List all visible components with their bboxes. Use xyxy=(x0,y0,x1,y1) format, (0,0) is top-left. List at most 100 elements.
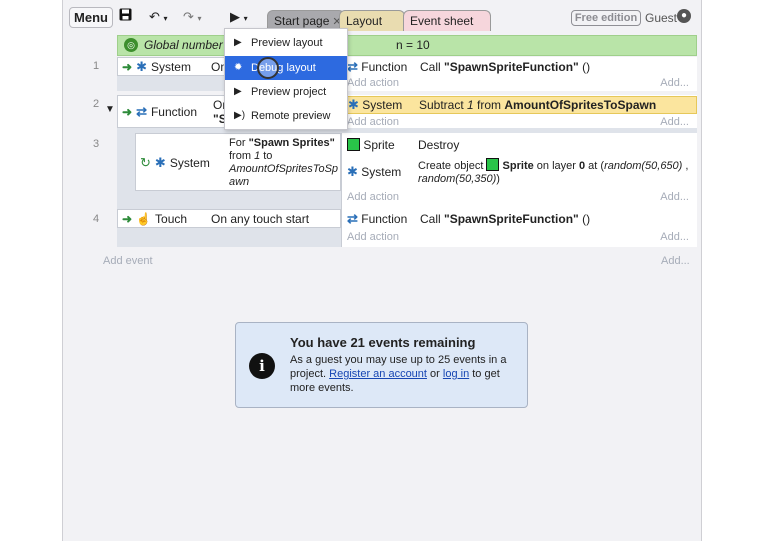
info-icon: i xyxy=(249,353,275,379)
broadcast-icon: ▶) xyxy=(234,110,246,121)
event-3-condition[interactable]: ↻ ✱ System For "Spawn Sprites" from 1 to… xyxy=(135,133,341,191)
action-text: Create object Sprite on layer 0 at (rand… xyxy=(418,158,693,186)
app-window: Menu ↶ ▾ ↷ ▾ ▶ ▾ Start page✕ Layout 1✕ E… xyxy=(62,0,702,541)
global-variable-text: Global number A xyxy=(144,38,234,52)
cursor-highlight xyxy=(257,57,279,79)
login-link[interactable]: log in xyxy=(443,368,469,380)
condition-object: ➜ ⇄ Function xyxy=(122,104,197,120)
gear-icon: ✱ xyxy=(136,59,147,74)
event-number: 1 xyxy=(93,60,100,72)
action-variable-name: AmountOfSpritesToSpawn xyxy=(504,98,657,112)
menu-item-label: Preview layout xyxy=(251,37,323,49)
create-y: random(50,350) xyxy=(418,173,497,185)
gear-icon: ✱ xyxy=(347,164,358,179)
add-more-link[interactable]: Add... xyxy=(660,77,689,89)
loop-name: "Spawn Sprites" xyxy=(248,137,335,149)
create-close: ) xyxy=(496,173,500,185)
add-action-link[interactable]: Add action xyxy=(347,191,399,203)
function-icon: ⇄ xyxy=(347,211,358,226)
menu-item-preview-project[interactable]: ▶ Preview project xyxy=(225,80,347,104)
condition-text: For "Spawn Sprites" from 1 to AmountOfSp… xyxy=(229,137,339,189)
action-object: Sprite xyxy=(363,138,395,152)
notice-body: As a guest you may use up to 25 events i… xyxy=(290,353,520,395)
action-row[interactable]: Sprite Destroy xyxy=(342,137,697,153)
action-text-prefix: Subtract xyxy=(419,98,468,112)
condition-text: On any touch start xyxy=(211,212,310,226)
event-4-actions: ⇄ Function Call "SpawnSpriteFunction" ()… xyxy=(341,209,697,247)
add-more-link[interactable]: Add... xyxy=(660,191,689,203)
notice-title: You have 21 events remaining xyxy=(290,335,476,350)
play-icon: ▶ xyxy=(234,37,242,48)
condition-object: ↻ ✱ System xyxy=(140,155,210,171)
global-variable-value: n = 10 xyxy=(396,38,430,52)
preview-dropdown-menu: ▶ Preview layout ✹ Debug layout ▶ Previe… xyxy=(224,28,348,130)
action-text: Call "SpawnSpriteFunction" () xyxy=(420,59,590,75)
gear-icon: ✱ xyxy=(154,155,166,170)
action-row[interactable]: ⇄ Function Call "SpawnSpriteFunction" () xyxy=(342,59,697,75)
action-object: Function xyxy=(361,212,408,226)
event-2-actions: ✱ System Subtract 1 from AmountOfSprites… xyxy=(341,95,697,128)
touch-icon: ☝ xyxy=(136,212,152,226)
notice-text: or xyxy=(426,368,443,380)
add-event-link[interactable]: Add event xyxy=(103,255,153,267)
event-4-condition[interactable]: ➜ ☝ Touch On any touch start xyxy=(117,209,341,228)
play-icon: ▶ xyxy=(234,86,242,97)
arrow-right-icon: ➜ xyxy=(122,60,133,74)
action-row-selected[interactable]: ✱ System Subtract 1 from AmountOfSprites… xyxy=(342,96,697,114)
loop-variable: AmountOfSpritesToSpawn xyxy=(229,163,339,188)
menu-item-label: Preview project xyxy=(251,86,327,98)
create-object: Sprite xyxy=(502,160,534,172)
menu-item-preview-layout[interactable]: ▶ Preview layout xyxy=(225,31,347,55)
add-action-link[interactable]: Add action xyxy=(347,77,399,89)
action-row[interactable]: ⇄ Function Call "SpawnSpriteFunction" () xyxy=(342,211,697,227)
condition-object: ➜ ☝ Touch xyxy=(122,211,187,227)
add-action-link[interactable]: Add action xyxy=(347,116,399,128)
sprite-icon xyxy=(486,158,500,171)
action-row[interactable]: ✱ System Create object Sprite on layer 0… xyxy=(342,158,697,185)
event-sheet: ◎ Global number A n = 10 1 ➜ ✱ System On… xyxy=(63,0,701,541)
loop-from: from xyxy=(229,150,255,162)
event-number: 2 xyxy=(93,98,100,110)
menu-item-remote-preview[interactable]: ▶) Remote preview xyxy=(225,104,347,128)
add-more-link[interactable]: Add... xyxy=(660,231,689,243)
add-more-link[interactable]: Add... xyxy=(661,255,690,267)
action-text: Destroy xyxy=(418,138,460,152)
menu-item-debug-layout[interactable]: ✹ Debug layout xyxy=(225,56,347,80)
bug-icon: ✹ xyxy=(234,62,243,73)
action-text-suffix: () xyxy=(578,60,591,74)
action-object: Function xyxy=(361,60,408,74)
events-remaining-notice: i You have 21 events remaining As a gues… xyxy=(235,322,528,408)
action-text-prefix: Call xyxy=(420,60,445,74)
gear-icon: ✱ xyxy=(348,97,359,112)
object-name: System xyxy=(169,156,210,170)
arrow-right-icon: ➜ xyxy=(122,212,133,226)
event-3-actions: Sprite Destroy ✱ System Create object Sp… xyxy=(341,133,697,209)
action-text: Subtract 1 from AmountOfSpritesToSpawn xyxy=(419,97,656,113)
create-at: at ( xyxy=(585,160,605,172)
action-function-name: "SpawnSpriteFunction" xyxy=(444,60,579,74)
action-value: 1 xyxy=(467,98,474,112)
event-number: 4 xyxy=(93,213,100,225)
action-function-name: "SpawnSpriteFunction" xyxy=(444,212,579,226)
add-more-link[interactable]: Add... xyxy=(660,116,689,128)
object-name: Function xyxy=(150,105,197,119)
global-variable-row[interactable]: ◎ Global number A n = 10 xyxy=(117,35,697,56)
loop-to: to xyxy=(260,150,273,162)
collapse-triangle-icon[interactable]: ▼ xyxy=(105,104,115,115)
event-number: 3 xyxy=(93,138,100,150)
create-x: random(50,650) xyxy=(604,160,683,172)
loop-icon: ↻ xyxy=(140,155,151,170)
object-name: System xyxy=(150,60,191,74)
loop-prefix: For xyxy=(229,137,249,149)
menu-item-label: Remote preview xyxy=(251,110,331,122)
create-mid: on layer xyxy=(533,160,579,172)
action-object: System xyxy=(362,98,403,112)
function-icon: ⇄ xyxy=(136,104,147,119)
create-prefix: Create object xyxy=(418,160,487,172)
sprite-icon xyxy=(347,138,360,151)
register-link[interactable]: Register an account xyxy=(329,368,427,380)
object-name: Touch xyxy=(155,212,188,226)
action-object: System xyxy=(361,165,402,179)
add-action-link[interactable]: Add action xyxy=(347,231,399,243)
action-text: Call "SpawnSpriteFunction" () xyxy=(420,211,590,227)
